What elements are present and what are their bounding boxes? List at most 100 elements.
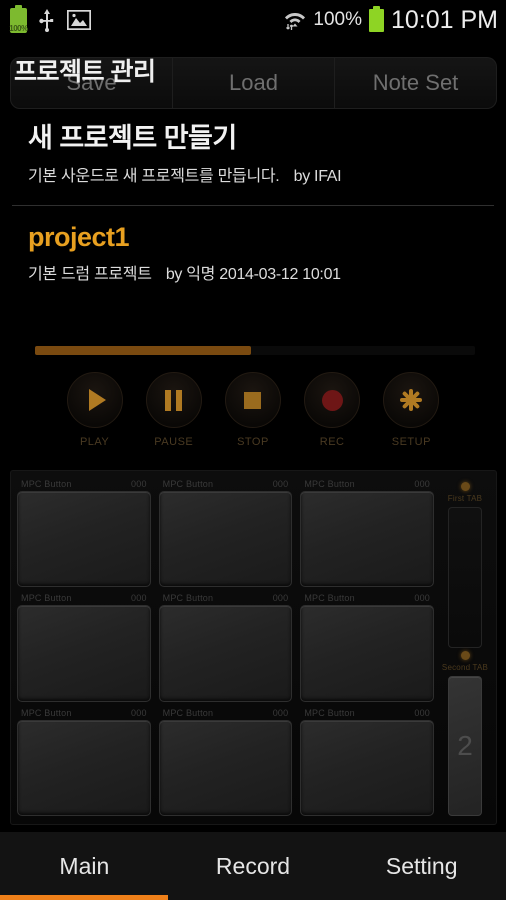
mpc-pad-header: MPC Button 000	[300, 708, 434, 720]
mpc-pad-label: MPC Button	[162, 593, 214, 604]
mpc-pad-panel: MPC Button 000 MPC Button 000 MPC Button…	[10, 470, 497, 825]
mpc-pad-surface[interactable]	[17, 605, 151, 702]
mpc-pad[interactable]: MPC Button 000	[17, 479, 151, 588]
pause-button-circle	[145, 372, 202, 428]
mpc-pad[interactable]: MPC Button 000	[17, 708, 151, 816]
mpc-pad-surface[interactable]	[300, 605, 434, 702]
led-icon	[460, 650, 470, 660]
status-bar-right: 100% 10:01 PM	[284, 5, 498, 35]
mpc-pad-label: MPC Button	[304, 479, 355, 489]
stop-button[interactable]: STOP	[224, 372, 281, 448]
tab-note-set[interactable]: Note Set	[335, 57, 497, 109]
setup-icon	[400, 389, 423, 411]
mpc-pad-value: 000	[414, 707, 430, 718]
list-item-project1[interactable]: project1 기본 드럼 프로젝트 by 익명 2014-03-12 10:…	[0, 206, 506, 294]
mpc-pad-value: 000	[414, 479, 430, 489]
mpc-pad[interactable]: MPC Button 000	[158, 479, 293, 588]
mpc-pad[interactable]: MPC Button 000	[300, 708, 434, 816]
battery-icon-right	[368, 5, 384, 32]
mpc-pad-header: MPC Button 000	[159, 593, 293, 605]
nav-item-record[interactable]: Record	[169, 832, 338, 900]
mpc-pad-value: 000	[272, 707, 289, 718]
setup-button[interactable]: SETUP	[383, 372, 440, 448]
tab-load-label: Load	[229, 70, 278, 95]
mpc-pad-surface[interactable]	[158, 605, 293, 702]
stop-button-circle	[224, 372, 281, 428]
list-item-author: by 익명 2014-03-12 10:01	[165, 266, 341, 283]
setup-button-circle	[383, 372, 440, 428]
pause-label: PAUSE	[154, 436, 194, 448]
tab-load[interactable]: Load	[173, 57, 335, 109]
nav-item-record-label: Record	[215, 852, 291, 879]
battery-percent-overlay: 100%	[9, 23, 28, 33]
mpc-pad-label: MPC Button	[304, 593, 355, 604]
list-item-title: project1	[28, 222, 130, 252]
mpc-pad-label: MPC Button	[21, 707, 72, 718]
record-button[interactable]: REC	[304, 372, 361, 448]
mpc-pad-header: MPC Button 000	[17, 479, 151, 491]
project-list: 새 프로젝트 만들기 기본 사운드로 새 프로젝트를 만듭니다. by IFAI…	[0, 110, 506, 294]
pause-button[interactable]: PAUSE	[145, 372, 202, 448]
list-item-subtitle-row: 기본 드럼 프로젝트 by 익명 2014-03-12 10:01	[28, 260, 506, 284]
wifi-icon	[285, 13, 306, 30]
progress-bar-fill	[35, 346, 251, 355]
side-tab-first[interactable]: First TAB	[440, 479, 490, 648]
mpc-pad-label: MPC Button	[21, 593, 72, 604]
status-bar-left: 100%	[0, 4, 91, 33]
led-icon	[460, 482, 470, 491]
side-tab-first-label: First TAB	[447, 494, 483, 503]
mpc-pad[interactable]: MPC Button 000	[300, 593, 434, 702]
progress-bar[interactable]	[35, 346, 475, 355]
mpc-pad-header: MPC Button 000	[159, 479, 293, 491]
mpc-pad-value: 000	[272, 593, 289, 604]
mpc-pad[interactable]: MPC Button 000	[158, 593, 293, 702]
setup-label: SETUP	[391, 436, 431, 448]
mpc-pad[interactable]: MPC Button 000	[158, 708, 293, 816]
mpc-pad-surface[interactable]	[158, 491, 293, 588]
mpc-pad-surface[interactable]	[17, 719, 151, 816]
list-item-author: by IFAI	[293, 168, 342, 185]
mpc-pad-value: 000	[131, 479, 147, 489]
page-title: 프로젝트 관리	[14, 58, 156, 86]
nav-active-indicator	[0, 895, 168, 900]
tab-note-set-label: Note Set	[372, 70, 459, 95]
mpc-pad[interactable]: MPC Button 000	[300, 479, 434, 588]
mpc-pad-surface[interactable]	[300, 491, 434, 588]
play-label: PLAY	[79, 436, 110, 448]
list-item-new-project[interactable]: 새 프로젝트 만들기 기본 사운드로 새 프로젝트를 만듭니다. by IFAI	[0, 110, 506, 196]
side-tab-first-slider[interactable]	[448, 507, 482, 648]
side-tab-second-label: Second TAB	[441, 662, 489, 672]
play-button[interactable]: PLAY	[66, 372, 123, 448]
side-tab-second-slider[interactable]: 2	[448, 675, 482, 816]
battery-icon: 100%	[9, 4, 28, 33]
record-button-circle	[304, 372, 361, 428]
side-tab-strip: First TAB Second TAB 2	[434, 479, 490, 816]
mpc-pad-header: MPC Button 000	[300, 479, 434, 491]
mpc-pad-label: MPC Button	[21, 479, 72, 489]
play-button-circle	[66, 372, 123, 428]
play-icon	[88, 389, 106, 411]
battery-percent-label: 100%	[313, 9, 362, 30]
mpc-pad-value: 000	[414, 593, 430, 604]
status-bar: 100% 100% 10:01 PM	[0, 0, 506, 40]
pause-icon	[165, 389, 183, 411]
nav-item-main[interactable]: Main	[0, 832, 169, 900]
mpc-pad-header: MPC Button 000	[300, 593, 434, 605]
nav-item-setting[interactable]: Setting	[337, 832, 506, 900]
mpc-pad-value: 000	[131, 593, 147, 604]
mpc-pad-header: MPC Button 000	[17, 708, 151, 720]
mpc-pad-surface[interactable]	[300, 719, 434, 816]
list-item-subtitle: 기본 사운드로 새 프로젝트를 만듭니다.	[28, 168, 280, 185]
mpc-pad-label: MPC Button	[162, 479, 214, 489]
mpc-pad-surface[interactable]	[17, 491, 151, 588]
mpc-pad-label: MPC Button	[162, 707, 214, 718]
side-tab-second[interactable]: Second TAB 2	[440, 648, 490, 816]
mpc-pad-surface[interactable]	[158, 719, 293, 816]
nav-item-setting-label: Setting	[385, 852, 458, 879]
mpc-pad-header: MPC Button 000	[159, 708, 293, 720]
mpc-pad-value: 000	[272, 479, 289, 489]
mpc-pad[interactable]: MPC Button 000	[17, 593, 151, 702]
record-label: REC	[319, 436, 345, 448]
usb-icon	[39, 9, 54, 32]
list-item-subtitle-row: 기본 사운드로 새 프로젝트를 만듭니다. by IFAI	[28, 162, 506, 186]
